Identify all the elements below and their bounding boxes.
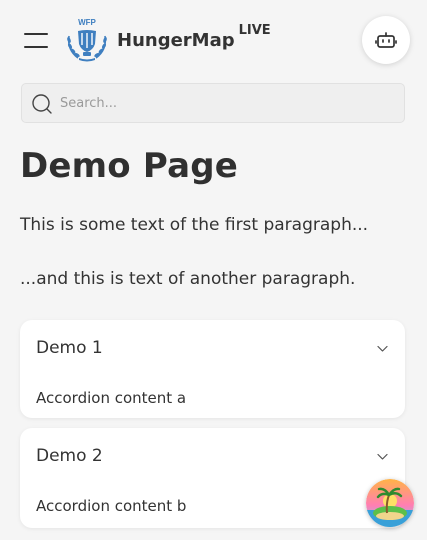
accordion-header[interactable]: Demo 2 (20, 428, 405, 484)
menu-button[interactable] (22, 29, 50, 51)
header: WFP HungerMap LIVE (0, 0, 427, 80)
search-icon (32, 94, 52, 114)
brand-name: HungerMap (117, 29, 235, 51)
chatbot-button[interactable] (362, 16, 410, 64)
search-input[interactable] (60, 91, 390, 115)
paragraph: This is some text of the first paragraph… (20, 215, 369, 235)
accordion-content: Accordion content b (36, 497, 187, 515)
island-icon (366, 479, 414, 527)
paragraph: ...and this is text of another paragraph… (20, 269, 356, 289)
chevron-down-icon (377, 453, 388, 460)
accordion-header[interactable]: Demo 1 (20, 320, 405, 376)
chevron-down-icon (377, 345, 388, 352)
floating-island-button[interactable] (366, 479, 414, 527)
accordion-title: Demo 2 (36, 446, 103, 466)
accordion-title: Demo 1 (36, 338, 103, 358)
hamburger-icon-line (24, 33, 48, 35)
accordion-item: Demo 1 Accordion content a (20, 320, 405, 418)
search-bar (21, 83, 405, 123)
accordion-item: Demo 2 Accordion content b (20, 428, 405, 528)
brand-logo-link[interactable]: WFP HungerMap LIVE (62, 14, 271, 64)
wfp-logo-label: WFP (78, 18, 96, 27)
hamburger-icon-line (24, 46, 48, 48)
accordion-content: Accordion content a (36, 389, 187, 407)
brand-suffix: LIVE (238, 22, 271, 38)
page-title: Demo Page (20, 146, 239, 186)
robot-icon (375, 32, 397, 48)
wfp-logo-icon: WFP (62, 14, 112, 64)
